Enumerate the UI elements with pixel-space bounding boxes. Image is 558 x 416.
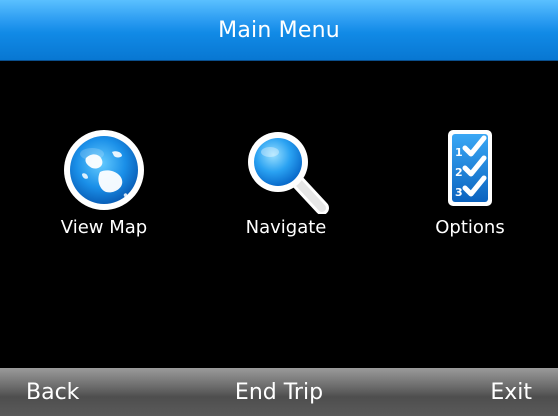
menu-item-label: Navigate	[245, 217, 327, 238]
phone-screen: Main Menu View Map Navigate 1 2 3 Option…	[0, 0, 558, 416]
menu-item-label: View Map	[60, 217, 148, 238]
checklist-icon: 1 2 3	[448, 130, 492, 206]
page-title: Main Menu	[218, 18, 340, 43]
svg-text:2: 2	[455, 166, 463, 179]
title-bar: Main Menu	[0, 0, 558, 61]
svg-text:1: 1	[455, 146, 463, 159]
end-trip-softkey[interactable]: End Trip	[0, 368, 558, 416]
softkey-bar: End Trip Back Exit	[0, 368, 558, 416]
exit-softkey[interactable]: Exit	[490, 368, 532, 416]
content-area-edge	[554, 61, 558, 368]
menu-item-label: Options	[435, 217, 505, 238]
back-softkey[interactable]: Back	[26, 368, 79, 416]
svg-text:3: 3	[455, 186, 463, 199]
menu-item-options[interactable]: 1 2 3 Options	[390, 128, 550, 248]
menu-item-view-map[interactable]: View Map	[24, 128, 184, 248]
magnifier-icon	[248, 132, 329, 214]
menu-item-navigate[interactable]: Navigate	[206, 128, 366, 248]
globe-icon	[64, 130, 144, 210]
